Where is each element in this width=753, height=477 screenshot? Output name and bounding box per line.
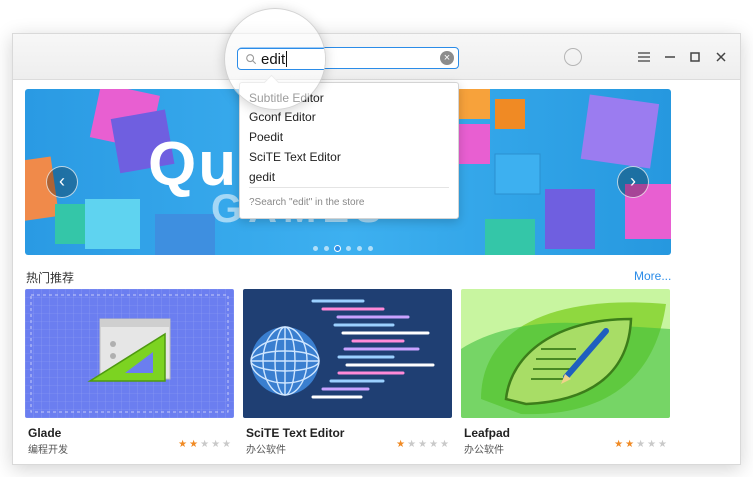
app-name: Leafpad <box>464 426 511 440</box>
close-button[interactable] <box>710 46 732 68</box>
maximize-icon <box>690 52 700 62</box>
chevron-left-icon: ‹ <box>59 171 65 191</box>
star-icon: ★ <box>614 439 624 450</box>
banner-next-button[interactable]: › <box>617 166 649 198</box>
app-card-leafpad[interactable]: Leafpad 办公软件 ★ ★ ★ ★ ★ <box>461 289 670 456</box>
minimize-button[interactable] <box>659 46 681 68</box>
pagination-dot[interactable] <box>368 246 373 251</box>
pagination-dot[interactable] <box>313 246 318 251</box>
text-caret <box>286 51 288 67</box>
scite-icon <box>250 299 435 399</box>
star-icon: ★ <box>429 439 439 450</box>
star-icon: ★ <box>396 439 406 450</box>
clear-icon[interactable]: × <box>440 51 454 65</box>
banner-prev-button[interactable]: ‹ <box>46 166 78 198</box>
banner-pagination <box>313 246 373 251</box>
titlebar: edit × <box>13 34 740 80</box>
pagination-dot[interactable] <box>346 246 351 251</box>
menu-icon <box>638 52 650 62</box>
app-card-scite[interactable]: SciTE Text Editor 办公软件 ★ ★ ★ ★ ★ <box>243 289 452 456</box>
close-icon <box>716 52 726 62</box>
app-category: 办公软件 <box>464 445 504 456</box>
suggestion-item[interactable]: Poedit <box>249 130 283 144</box>
search-icon <box>246 54 257 65</box>
pagination-dot[interactable] <box>324 246 329 251</box>
star-icon: ★ <box>647 439 657 450</box>
rating-stars: ★ ★ ★ ★ ★ <box>396 439 449 450</box>
suggestion-item[interactable]: SciTE Text Editor <box>249 150 341 164</box>
star-icon: ★ <box>211 439 221 450</box>
more-link[interactable]: More... <box>634 269 671 283</box>
leafpad-thumbnail <box>461 289 670 418</box>
menu-button[interactable] <box>633 46 655 68</box>
suggestion-item[interactable]: gedit <box>249 170 275 184</box>
star-icon: ★ <box>440 439 449 450</box>
leafpad-icon <box>461 302 670 418</box>
minimize-icon <box>665 56 675 58</box>
app-category: 办公软件 <box>246 445 286 456</box>
app-card-glade[interactable]: Glade 编程开发 ★ ★ ★ ★ ★ <box>25 289 234 456</box>
magnified-search-input: edit <box>237 48 325 70</box>
rating-stars: ★ ★ ★ ★ ★ <box>178 439 231 450</box>
user-icon[interactable] <box>564 48 582 66</box>
magnifier-callout: edit <box>224 8 326 110</box>
scite-thumbnail <box>243 289 452 418</box>
star-icon: ★ <box>200 439 210 450</box>
glade-icon <box>25 289 234 418</box>
star-icon: ★ <box>407 439 417 450</box>
star-icon: ★ <box>418 439 428 450</box>
search-in-store-item[interactable]: ?Search "edit" in the store <box>249 197 365 208</box>
glade-thumbnail <box>25 289 234 418</box>
star-icon: ★ <box>189 439 199 450</box>
pagination-dot[interactable] <box>357 246 362 251</box>
dropdown-divider <box>249 187 449 188</box>
maximize-button[interactable] <box>684 46 706 68</box>
app-category: 编程开发 <box>28 445 68 456</box>
star-icon: ★ <box>625 439 635 450</box>
app-name: SciTE Text Editor <box>246 426 345 440</box>
magnified-search-value: edit <box>261 50 286 68</box>
app-name: Glade <box>28 426 62 440</box>
star-icon: ★ <box>636 439 646 450</box>
star-icon: ★ <box>178 439 188 450</box>
suggestion-item[interactable]: Gconf Editor <box>249 110 316 124</box>
chevron-right-icon: › <box>630 171 636 191</box>
rating-stars: ★ ★ ★ ★ ★ <box>614 439 667 450</box>
pagination-dot[interactable] <box>335 246 340 251</box>
star-icon: ★ <box>222 439 231 450</box>
star-icon: ★ <box>658 439 667 450</box>
section-title: 热门推荐 <box>26 271 75 285</box>
